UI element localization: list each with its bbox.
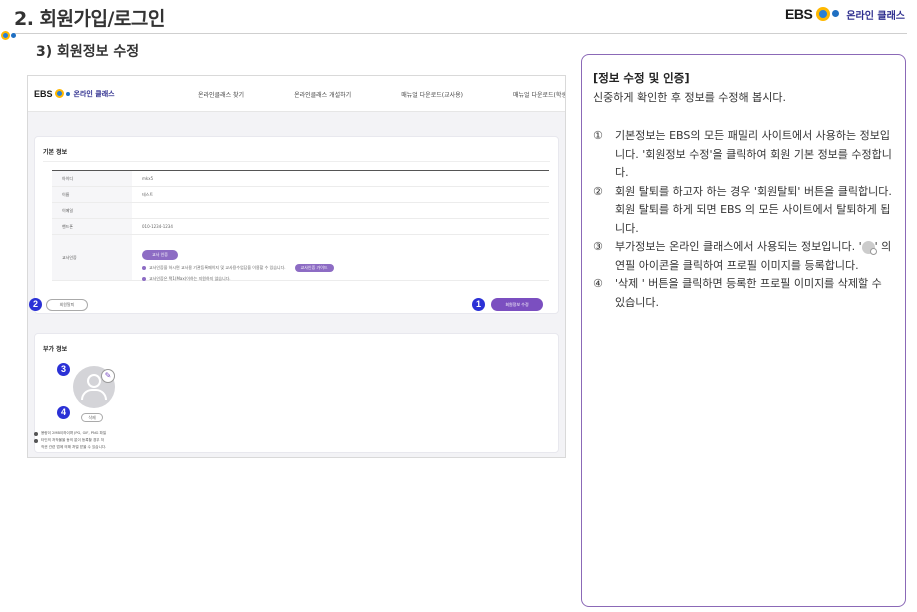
table-row: 아이디 mkx5 [52,171,549,187]
description-box: [정보 수정 및 인증] 신중하게 확인한 후 정보를 수정해 봅시다. ① 기… [581,54,906,607]
cert-note-text: 교사인증은 택1(Max)이하는 지원하지 않습니다. [149,276,231,281]
row-value: mkx5 [142,176,154,181]
item-number: ④ [593,277,603,290]
brand-logo: EBS 온라인 클래스 [785,6,905,22]
bullet-icon [34,438,38,443]
logo-dot-icon [65,91,70,96]
delete-image-button[interactable]: 삭제 [81,413,103,422]
logo-circle-icon [54,89,64,98]
screenshot-frame: EBS 온라인 클래스 온라인클래스 찾기 온라인클래스 개설하기 매뉴얼 다운… [27,75,566,458]
list-item: ④ '삭제 ' 버튼을 클릭하면 등록한 프로필 이미지를 삭제할 수 있습니다… [593,275,894,312]
cert-note-text: 교사인증을 하시면 교사용 기관등록페이지 및 교사용수업담을 이용할 수 있습… [149,265,286,270]
teacher-cert-area: 교사 인증 교사인증을 하시면 교사용 기관등록페이지 및 교사용수업담을 이용… [132,235,334,282]
table-row: 교사인증 교사 인증 교사인증을 하시면 교사용 기관등록페이지 및 교사용수업… [52,235,549,281]
step-badge-2: 2 [29,298,42,311]
section-subtitle: 3) 회원정보 수정 [36,44,140,60]
avatar-body-icon [81,389,107,400]
basic-info-table: 아이디 mkx5 이름 테스트 이메일 핸드폰 010-1234-1234 교사… [52,170,549,281]
list-item: ① 기본정보는 EBS의 모든 패밀리 사이트에서 사용하는 정보입니다. '회… [593,127,894,183]
bullet-icon [34,431,38,436]
step-badge-1: 1 [472,298,485,311]
note-text: 작권 관련 법에 의해 처벌 받을 수 있습니다. [41,445,107,449]
extra-info-title: 부가 정보 [43,346,68,353]
row-value: 테스트 [142,191,154,197]
site-nav: EBS 온라인 클래스 온라인클래스 찾기 온라인클래스 개설하기 매뉴얼 다운… [28,76,565,112]
nav-item-manual-teacher[interactable]: 매뉴얼 다운로드(교사용) [401,90,463,99]
item-text: 부가정보는 온라인 클래스에서 사용되는 정보입니다. ' ' 의 연필 아이콘을… [615,238,894,275]
step-badge-4: 4 [57,406,70,419]
site-logo[interactable]: EBS 온라인 클래스 [34,89,115,99]
row-label: 교사인증 [52,235,132,280]
bullet-logo-icon [1,31,19,41]
ebs-logo-icon [816,6,840,22]
withdraw-button[interactable]: 회원탈퇴 [46,299,88,311]
header-divider [14,33,907,34]
item-text: '삭제 ' 버튼을 클릭하면 등록한 프로필 이미지를 삭제할 수 있습니다. [615,277,882,309]
pencil-icon[interactable]: ✎ [101,369,115,383]
table-row: 이름 테스트 [52,187,549,203]
description-subtitle: 신중하게 확인한 후 정보를 수정해 봅시다. [593,91,787,104]
basic-info-title: 기본 정보 [43,149,68,156]
panel-divider [43,161,550,162]
table-row: 이메일 [52,203,549,219]
site-logo-text: 온라인 클래스 [73,89,115,98]
brand-ebs: EBS [785,6,813,22]
nav-item-find-class[interactable]: 온라인클래스 찾기 [198,90,244,99]
item-text-before: 부가정보는 온라인 클래스에서 사용되는 정보입니다. ' [615,240,862,253]
description-list: ① 기본정보는 EBS의 모든 패밀리 사이트에서 사용하는 정보입니다. '회… [593,127,894,312]
nav-menu: 온라인클래스 찾기 온라인클래스 개설하기 매뉴얼 다운로드(교사용) 매뉴얼 … [198,76,565,112]
row-label: 핸드폰 [52,219,132,234]
row-label: 이메일 [52,203,132,218]
item-number: ② [593,184,603,198]
image-notes: 용량이 2MB이하이며 JPG, GIF, PNG 파일 타인의 저작물을 동의… [34,430,106,451]
edit-profile-button[interactable]: 회원정보 수정 [491,298,543,311]
page: 2. 회원가입/로그인 EBS 온라인 클래스 3) 회원정보 수정 EBS 온… [0,0,917,612]
cert-guide-button[interactable]: 교사인증 가이드 [294,264,334,272]
item-number: ③ [593,240,603,253]
item-text: 기본정보는 EBS의 모든 패밀리 사이트에서 사용하는 정보입니다. '회원정… [615,129,892,179]
brand-text: 온라인 클래스 [846,10,905,22]
teacher-cert-button[interactable]: 교사 인증 [142,250,178,260]
row-label: 이름 [52,187,132,202]
note-text: 타인의 저작물을 동의 없이 등록할 경우 저 [41,438,105,442]
item-text: 회원 탈퇴를 하고자 하는 경우 '회원탈퇴' 버튼을 클릭합니다. 회원 탈퇴… [615,184,892,235]
note-text: 용량이 2MB이하이며 JPG, GIF, PNG 파일 [41,431,107,435]
row-label: 아이디 [52,171,132,186]
bullet-icon [142,266,146,270]
cert-note: 교사인증을 하시면 교사용 기관등록페이지 및 교사용수업담을 이용할 수 있습… [142,264,334,272]
list-item: ③ 부가정보는 온라인 클래스에서 사용되는 정보입니다. ' ' 의 연필 아이… [593,238,894,275]
nav-item-manual-student[interactable]: 매뉴얼 다운로드(학생용) [513,90,565,99]
cert-note: 교사인증은 택1(Max)이하는 지원하지 않습니다. [142,276,334,282]
site-logo-ebs: EBS [34,88,53,99]
bullet-icon [142,277,146,281]
nav-item-open-class[interactable]: 온라인클래스 개설하기 [294,90,351,99]
page-title: 2. 회원가입/로그인 [14,8,165,30]
item-number: ① [593,129,603,142]
description-heading: [정보 수정 및 인증] [593,71,690,85]
avatar-head-icon [87,374,101,388]
table-row: 핸드폰 010-1234-1234 [52,219,549,235]
step-badge-3: 3 [57,363,70,376]
row-value: 010-1234-1234 [142,224,173,229]
list-item: ② 회원 탈퇴를 하고자 하는 경우 '회원탈퇴' 버튼을 클릭합니다. 회원 … [593,183,894,239]
avatar-pencil-icon [861,240,877,255]
